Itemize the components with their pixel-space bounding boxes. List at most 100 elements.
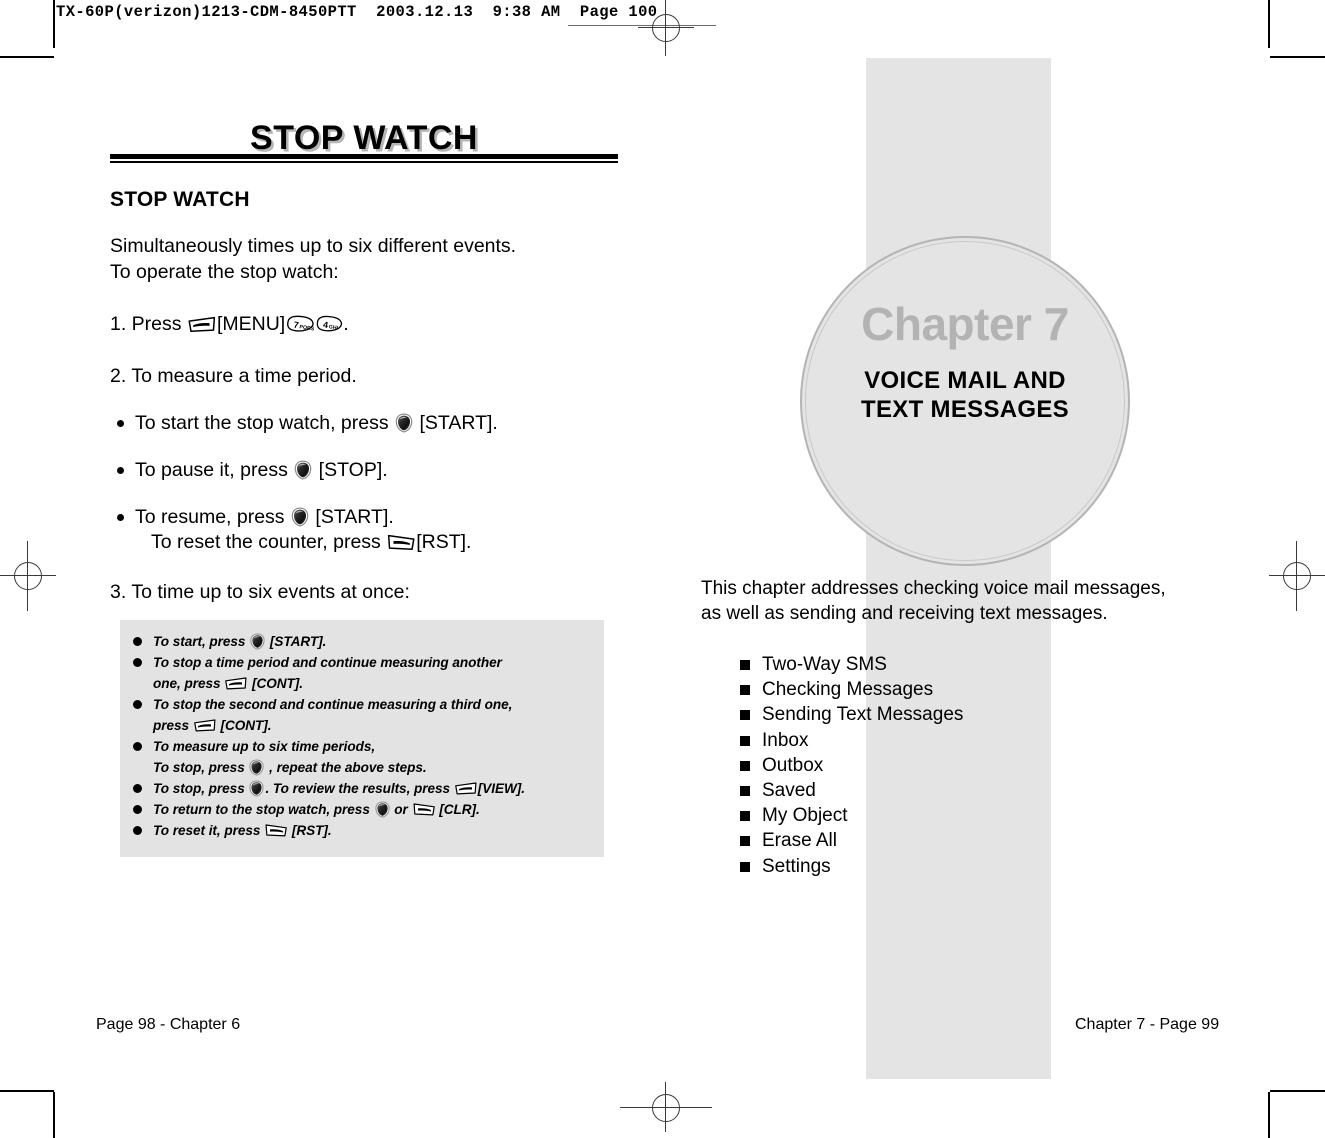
- note-item: To reset it, press [RST].: [120, 820, 604, 841]
- chapter-title-line-1: VOICE MAIL AND: [864, 367, 1066, 394]
- list-item: To pause it, press [STOP].: [110, 458, 640, 483]
- note-4-a: To measure up to six time periods,: [153, 739, 376, 754]
- bullet-3-line2-pre: To reset the counter, press: [151, 531, 387, 553]
- contents-item-label: Checking Messages: [762, 679, 934, 701]
- page-title: STOP WATCH: [250, 119, 478, 157]
- bullet-dot-icon: [133, 742, 142, 751]
- softkey-left-icon: [187, 315, 217, 334]
- bullet-1-post: [START].: [414, 412, 498, 434]
- ok-key-icon: [290, 507, 310, 527]
- softkey-right-icon: [412, 802, 436, 817]
- bullet-3-line2: To reset the counter, press [RST].: [135, 530, 640, 555]
- instruction-note-box: To start, press [START]. To stop a time …: [120, 620, 604, 857]
- note-item: To start, press [START].: [120, 631, 604, 652]
- contents-item-label: Settings: [762, 855, 831, 877]
- square-bullet-icon: [740, 735, 750, 746]
- note-3-b2b: [CONT].: [216, 718, 272, 733]
- note-item: To return to the stop watch, press or [C…: [120, 799, 604, 820]
- contents-item-label: Outbox: [762, 754, 824, 776]
- bullet-2-post: [STOP].: [313, 459, 388, 481]
- registration-mark-bottom-center: [620, 1082, 712, 1138]
- prepress-slug: TX-60P(verizon)1213-CDM-8450PTT 2003.12.…: [56, 3, 658, 21]
- section-heading: STOP WATCH: [110, 188, 250, 211]
- note-3-line2: press [CONT].: [153, 715, 598, 736]
- note-4-b2a: To stop, press: [153, 760, 249, 775]
- list-item: Sending Text Messages: [740, 702, 963, 727]
- chapter-intro: This chapter addresses checking voice ma…: [701, 576, 1206, 626]
- registration-mark-right-center: [1269, 541, 1325, 611]
- note-2-line2: one, press [CONT].: [153, 673, 598, 694]
- note-2-b2b: [CONT].: [248, 676, 303, 691]
- list-item: Saved: [740, 778, 963, 803]
- crop-mark-top-right-horizontal: [1270, 56, 1325, 58]
- step-3: 3. To time up to six events at once:: [110, 581, 410, 603]
- note-item: To stop, press . To review the results, …: [120, 778, 604, 799]
- crop-mark-top-right-vertical: [1268, 0, 1270, 48]
- ok-key-icon: [293, 460, 313, 480]
- contents-item-label: My Object: [762, 805, 848, 827]
- square-bullet-icon: [740, 811, 750, 822]
- note-5-a: To stop, press: [153, 781, 249, 796]
- square-bullet-icon: [740, 786, 750, 797]
- bullet-2-pre: To pause it, press: [135, 459, 294, 481]
- chapter-intro-line-1: This chapter addresses checking voice ma…: [701, 578, 1166, 599]
- ok-key-icon: [248, 759, 265, 776]
- crop-mark-bottom-right-horizontal: [1270, 1090, 1325, 1092]
- bullet-dot-icon: [133, 658, 142, 667]
- chapter-title-line-2: TEXT MESSAGES: [861, 396, 1069, 423]
- bullet-1-pre: To start the stop watch, press: [135, 412, 395, 434]
- step-1-suffix: .: [343, 313, 349, 335]
- list-item: Inbox: [740, 728, 963, 753]
- note-5-c: [VIEW].: [477, 781, 526, 796]
- note-5-b: . To review the results, press: [265, 781, 454, 796]
- crop-mark-bottom-left-horizontal: [0, 1090, 54, 1092]
- softkey-left-icon: [454, 781, 478, 796]
- chapter-intro-line-2: as well as sending and receiving text me…: [701, 603, 1108, 624]
- crop-mark-bottom-right-vertical: [1268, 1092, 1270, 1138]
- intro-line-2: To operate the stop watch:: [110, 260, 339, 283]
- bullet-3-line2-post: [RST].: [416, 531, 472, 553]
- left-page-banner: STOP WATCH: [110, 118, 618, 158]
- registration-mark-left-center: [0, 541, 56, 611]
- crop-mark-top-left-vertical: [53, 0, 55, 48]
- bullet-3-pre: To resume, press: [135, 506, 290, 528]
- softkey-left-icon: [193, 718, 217, 733]
- bullet-dot-icon: [133, 805, 142, 814]
- note-item: To stop a time period and continue measu…: [120, 652, 604, 694]
- bullet-dot-icon: [133, 637, 142, 646]
- bullet-dot-icon: [117, 514, 124, 521]
- ok-key-icon: [374, 801, 391, 818]
- step-1-prefix: 1. Press: [110, 313, 187, 335]
- chapter-title: VOICE MAIL AND TEXT MESSAGES: [802, 366, 1128, 424]
- chapter-badge: Chapter 7 VOICE MAIL AND TEXT MESSAGES: [800, 236, 1130, 566]
- contents-item-label: Saved: [762, 780, 816, 802]
- note-3-b2a: press: [153, 718, 193, 733]
- note-4-b2b: , repeat the above steps.: [265, 760, 427, 775]
- note-1-a: To start, press: [153, 634, 250, 649]
- softkey-right-icon: [264, 823, 288, 838]
- key-7-pqrs-icon: [285, 314, 315, 334]
- left-bullet-list: To start the stop watch, press [START]. …: [110, 411, 640, 555]
- key-4-ghi-icon: [315, 314, 343, 334]
- manual-page-spread: 7 PQRS 4 GHI TX-60P(verizon)1213-CDM-845…: [0, 0, 1325, 1138]
- contents-item-label: Sending Text Messages: [762, 704, 964, 726]
- ok-key-icon: [248, 780, 265, 797]
- note-3-a: To stop the second and continue measurin…: [153, 697, 513, 712]
- note-7-a: To reset it, press: [153, 823, 265, 838]
- contents-item-label: Inbox: [762, 729, 809, 751]
- left-page-body: Simultaneously times up to six different…: [110, 234, 640, 605]
- list-item: Erase All: [740, 828, 963, 853]
- bullet-dot-icon: [117, 467, 124, 474]
- ok-key-icon: [394, 413, 414, 433]
- list-item: Settings: [740, 854, 963, 879]
- bullet-dot-icon: [117, 420, 124, 427]
- step-1-menu-label: [MENU]: [216, 313, 286, 335]
- step-2: 2. To measure a time period.: [110, 365, 357, 387]
- chapter-number: Chapter 7: [861, 298, 1069, 350]
- registration-mark-top-center: [638, 0, 694, 56]
- page-accent-band: [866, 58, 1051, 1079]
- note-2-a: To stop a time period and continue measu…: [153, 655, 502, 670]
- square-bullet-icon: [740, 710, 750, 721]
- chapter-badge-content: Chapter 7 VOICE MAIL AND TEXT MESSAGES: [802, 298, 1128, 424]
- bullet-dot-icon: [133, 700, 142, 709]
